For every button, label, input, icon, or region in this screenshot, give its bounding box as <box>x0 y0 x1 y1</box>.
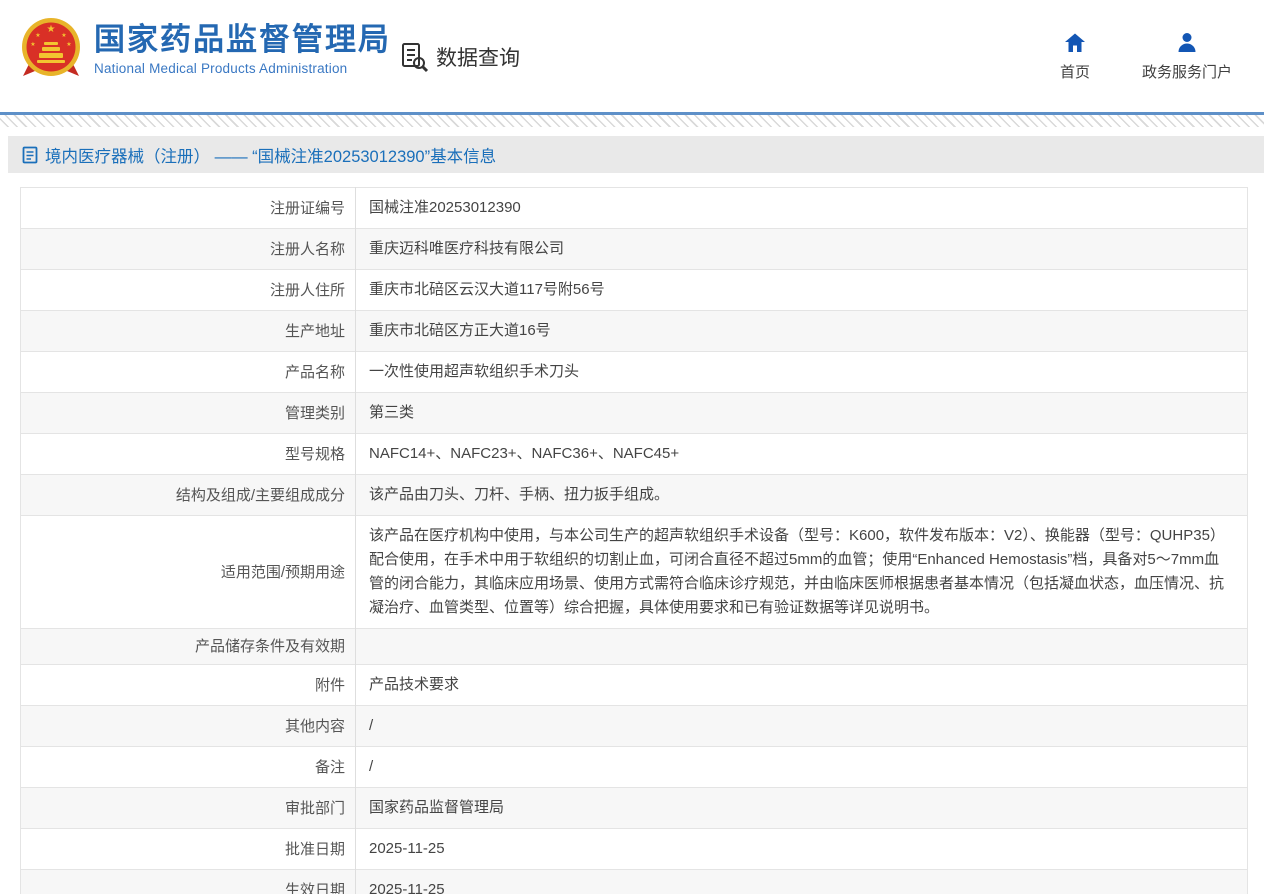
page-title-bar: 境内医疗器械（注册） —— “国械注准20253012390”基本信息 <box>8 136 1264 173</box>
table-wrap: 注册证编号国械注准20253012390注册人名称重庆迈科唯医疗科技有限公司注册… <box>20 187 1248 894</box>
row-value: / <box>356 747 1248 788</box>
table-row: 注册人名称重庆迈科唯医疗科技有限公司 <box>21 229 1248 270</box>
row-label: 型号规格 <box>21 434 356 475</box>
table-row: 生产地址重庆市北碚区方正大道16号 <box>21 311 1248 352</box>
table-row: 生效日期2025-11-25 <box>21 870 1248 894</box>
row-value: 重庆市北碚区云汉大道117号附56号 <box>356 270 1248 311</box>
table-row: 产品储存条件及有效期 <box>21 629 1248 665</box>
row-value: 第三类 <box>356 393 1248 434</box>
row-value: 国械注准20253012390 <box>356 188 1248 229</box>
row-value: 产品技术要求 <box>356 665 1248 706</box>
row-label: 附件 <box>21 665 356 706</box>
row-label: 产品名称 <box>21 352 356 393</box>
document-icon <box>22 146 38 164</box>
row-value: 一次性使用超声软组织手术刀头 <box>356 352 1248 393</box>
row-value: 重庆迈科唯医疗科技有限公司 <box>356 229 1248 270</box>
svg-text:★: ★ <box>35 32 40 39</box>
table-row: 批准日期2025-11-25 <box>21 829 1248 870</box>
row-label: 产品储存条件及有效期 <box>21 629 356 665</box>
org-name-en: National Medical Products Administration <box>94 61 391 76</box>
page: ★ ★ ★ ★ ★ 国家药品监督管理局 National Medical Pro… <box>0 0 1280 894</box>
row-label: 注册证编号 <box>21 188 356 229</box>
row-label: 备注 <box>21 747 356 788</box>
row-value <box>356 629 1248 665</box>
row-value: NAFC14+、NAFC23+、NAFC36+、NAFC45+ <box>356 434 1248 475</box>
org-name-cn: 国家药品监督管理局 <box>94 22 391 58</box>
home-icon <box>1063 31 1087 55</box>
row-label: 注册人名称 <box>21 229 356 270</box>
row-label: 审批部门 <box>21 788 356 829</box>
table-row: 审批部门国家药品监督管理局 <box>21 788 1248 829</box>
brand-text: 国家药品监督管理局 National Medical Products Admi… <box>94 22 391 76</box>
header-nav: 首页 政务服务门户 <box>1060 31 1232 82</box>
nav-gov-portal[interactable]: 政务服务门户 <box>1142 31 1232 82</box>
table-row: 注册证编号国械注准20253012390 <box>21 188 1248 229</box>
document-search-icon <box>400 41 430 73</box>
row-value: 2025-11-25 <box>356 829 1248 870</box>
data-query-link[interactable]: 数据查询 <box>400 41 520 73</box>
table-row: 管理类别第三类 <box>21 393 1248 434</box>
table-row: 适用范围/预期用途该产品在医疗机构中使用，与本公司生产的超声软组织手术设备（型号… <box>21 516 1248 629</box>
svg-text:★: ★ <box>30 41 35 48</box>
nav-home-label: 首页 <box>1060 61 1090 82</box>
row-label: 适用范围/预期用途 <box>21 516 356 629</box>
row-label: 管理类别 <box>21 393 356 434</box>
row-value: 该产品在医疗机构中使用，与本公司生产的超声软组织手术设备（型号：K600，软件发… <box>356 516 1248 629</box>
header-stripe-band <box>0 115 1264 127</box>
svg-text:★: ★ <box>47 24 56 35</box>
row-label: 其他内容 <box>21 706 356 747</box>
nav-home[interactable]: 首页 <box>1060 31 1090 82</box>
site-header: ★ ★ ★ ★ ★ 国家药品监督管理局 National Medical Pro… <box>0 0 1280 112</box>
table-row: 型号规格NAFC14+、NAFC23+、NAFC36+、NAFC45+ <box>21 434 1248 475</box>
page-title: 境内医疗器械（注册） —— “国械注准20253012390”基本信息 <box>45 143 496 167</box>
row-value: / <box>356 706 1248 747</box>
info-table: 注册证编号国械注准20253012390注册人名称重庆迈科唯医疗科技有限公司注册… <box>20 187 1248 894</box>
row-label: 结构及组成/主要组成成分 <box>21 475 356 516</box>
table-row: 结构及组成/主要组成成分该产品由刀头、刀杆、手柄、扭力扳手组成。 <box>21 475 1248 516</box>
table-row: 注册人住所重庆市北碚区云汉大道117号附56号 <box>21 270 1248 311</box>
table-row: 其他内容/ <box>21 706 1248 747</box>
svg-text:★: ★ <box>61 32 66 39</box>
row-value: 国家药品监督管理局 <box>356 788 1248 829</box>
row-label: 生效日期 <box>21 870 356 894</box>
nav-gov-portal-label: 政务服务门户 <box>1142 61 1232 82</box>
table-row: 附件产品技术要求 <box>21 665 1248 706</box>
row-label: 批准日期 <box>21 829 356 870</box>
site-logo[interactable]: ★ ★ ★ ★ ★ 国家药品监督管理局 National Medical Pro… <box>20 16 391 82</box>
data-query-label: 数据查询 <box>436 42 520 72</box>
row-value: 该产品由刀头、刀杆、手柄、扭力扳手组成。 <box>356 475 1248 516</box>
table-row: 产品名称一次性使用超声软组织手术刀头 <box>21 352 1248 393</box>
user-icon <box>1175 31 1199 55</box>
svg-text:★: ★ <box>66 41 71 48</box>
info-table-body: 注册证编号国械注准20253012390注册人名称重庆迈科唯医疗科技有限公司注册… <box>21 188 1248 894</box>
row-label: 注册人住所 <box>21 270 356 311</box>
table-row: 备注/ <box>21 747 1248 788</box>
national-emblem-icon: ★ ★ ★ ★ ★ <box>20 16 82 82</box>
row-value: 2025-11-25 <box>356 870 1248 894</box>
row-label: 生产地址 <box>21 311 356 352</box>
row-value: 重庆市北碚区方正大道16号 <box>356 311 1248 352</box>
